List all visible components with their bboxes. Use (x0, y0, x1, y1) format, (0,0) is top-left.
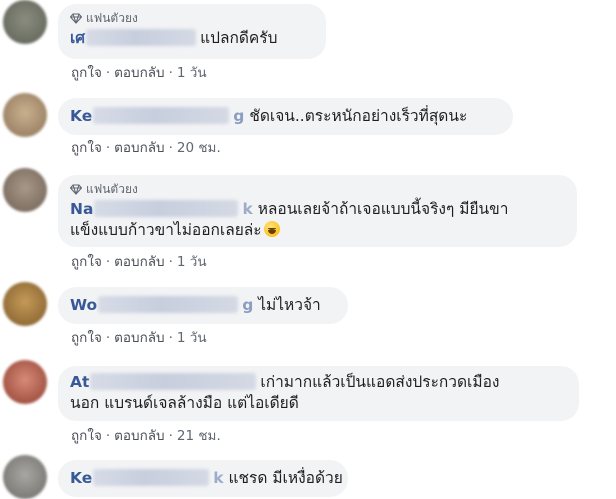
comment-text-line: เศ แปลกดีครับ (70, 28, 314, 49)
comment-text-line: Wo g ไม่ไหวจ้า (70, 295, 336, 316)
comment-timestamp[interactable]: 20 ชม. (177, 140, 221, 156)
redacted-name (94, 200, 239, 217)
avatar[interactable] (3, 282, 47, 326)
comment-text: หลอนเลยจ้าถ้าเจอแบบนี้จริงๆ มียืนขา (257, 200, 509, 218)
reply-link[interactable]: ตอบกลับ (114, 254, 164, 270)
comment-text: เก่ามากแล้วเป็นแอดส่งประกวดเมือง (260, 373, 500, 391)
separator-dot: · (168, 428, 173, 444)
avatar[interactable] (3, 93, 47, 137)
comment-author-tail[interactable]: g (242, 296, 253, 314)
top-fan-badge: แฟนตัวยง (70, 181, 565, 197)
separator-dot: · (105, 140, 111, 156)
comment-author[interactable]: เศ (70, 29, 85, 47)
diamond-icon (70, 183, 82, 195)
comment-text-continued: นอก แบรนด์เจลล้างมือ แต่ไอเดียดี (70, 394, 299, 412)
redacted-name (90, 373, 257, 390)
comment-timestamp[interactable]: 1 วัน (177, 330, 207, 346)
comment-timestamp[interactable]: 1 วัน (177, 254, 207, 270)
redacted-name (86, 29, 197, 46)
comment-actions: ถูกใจ · ตอบกลับ · 1 วัน (71, 64, 207, 82)
comment-author-tail[interactable]: k (242, 200, 252, 218)
top-fan-badge: แฟนตัวยง (70, 10, 314, 26)
comment-text: ไม่ไหวจ้า (258, 296, 321, 314)
reply-link[interactable]: ตอบกลับ (114, 330, 164, 346)
top-fan-label: แฟนตัวยง (86, 11, 138, 25)
comment-author[interactable]: Ke (70, 107, 92, 125)
like-link[interactable]: ถูกใจ (71, 254, 102, 270)
comment-bubble: Ke k แชรด มีเหงื่อด้วย (58, 460, 348, 497)
avatar[interactable] (3, 168, 47, 212)
comment-actions: ถูกใจ · ตอบกลับ · 20 ชม. (71, 139, 221, 157)
comment-actions: ถูกใจ · ตอบกลับ · 21 ชม. (71, 427, 221, 445)
comment-text-continued: แข็งแบบก้าวขาไม่ออกเลยล่ะ (70, 221, 262, 239)
comment-author[interactable]: At (70, 373, 89, 391)
comment-text-line: At เก่ามากแล้วเป็นแอดส่งประกวดเมือง (70, 372, 567, 393)
comment-text-line: Na k หลอนเลยจ้าถ้าเจอแบบนี้จริงๆ มียืนขา (70, 199, 565, 220)
comment-author-tail[interactable]: k (213, 469, 223, 487)
comment-bubble: แฟนตัวยง Na k หลอนเลยจ้าถ้าเจอแบบนี้จริงๆ… (58, 175, 577, 247)
avatar[interactable] (3, 360, 47, 404)
like-link[interactable]: ถูกใจ (71, 65, 102, 81)
avatar[interactable] (3, 0, 47, 44)
like-link[interactable]: ถูกใจ (71, 140, 102, 156)
like-link[interactable]: ถูกใจ (71, 330, 102, 346)
comment-timestamp[interactable]: 21 ชม. (177, 428, 221, 444)
comment-text-line: Ke g ชัดเจน..ตระหนักอย่างเร็วที่สุดนะ (70, 106, 501, 127)
comment-text: แปลกดีครับ (200, 29, 278, 47)
grinning-emoji-icon (263, 221, 280, 237)
comment-text: แชรด มีเหงื่อด้วย (228, 469, 343, 487)
comment-bubble: Ke g ชัดเจน..ตระหนักอย่างเร็วที่สุดนะ (58, 98, 513, 135)
comment-author[interactable]: Na (70, 200, 93, 218)
comment-timestamp[interactable]: 1 วัน (177, 65, 207, 81)
comment-bubble: At เก่ามากแล้วเป็นแอดส่งประกวดเมือง นอก แ… (58, 366, 579, 421)
separator-dot: · (168, 140, 173, 156)
top-fan-label: แฟนตัวยง (86, 182, 138, 196)
comment-text-line: แข็งแบบก้าวขาไม่ออกเลยล่ะ (70, 220, 565, 241)
comment-text-line: Ke k แชรด มีเหงื่อด้วย (70, 468, 343, 489)
comment-actions: ถูกใจ · ตอบกลับ · 1 วัน (71, 329, 207, 347)
redacted-name (93, 107, 230, 124)
like-link[interactable]: ถูกใจ (71, 428, 102, 444)
reply-link[interactable]: ตอบกลับ (114, 65, 164, 81)
redacted-name (98, 296, 239, 313)
comment-author-tail[interactable]: g (233, 107, 244, 125)
separator-dot: · (105, 428, 111, 444)
comment-bubble: แฟนตัวยง เศ แปลกดีครับ (58, 4, 326, 59)
comment-text: ชัดเจน..ตระหนักอย่างเร็วที่สุดนะ (249, 107, 468, 125)
comment-text-line: นอก แบรนด์เจลล้างมือ แต่ไอเดียดี (70, 393, 567, 414)
comment-bubble: Wo g ไม่ไหวจ้า (58, 287, 348, 324)
diamond-icon (70, 12, 82, 24)
comment-actions: ถูกใจ · ตอบกลับ · 1 วัน (71, 253, 207, 271)
separator-dot: · (168, 330, 173, 346)
reply-link[interactable]: ตอบกลับ (114, 428, 164, 444)
avatar[interactable] (3, 455, 47, 499)
comment-author[interactable]: Ke (70, 469, 92, 487)
comment-author[interactable]: Wo (70, 296, 97, 314)
separator-dot: · (105, 254, 111, 270)
redacted-name (93, 469, 210, 486)
separator-dot: · (168, 254, 173, 270)
separator-dot: · (105, 65, 111, 81)
separator-dot: · (105, 330, 111, 346)
separator-dot: · (168, 65, 173, 81)
reply-link[interactable]: ตอบกลับ (114, 140, 164, 156)
